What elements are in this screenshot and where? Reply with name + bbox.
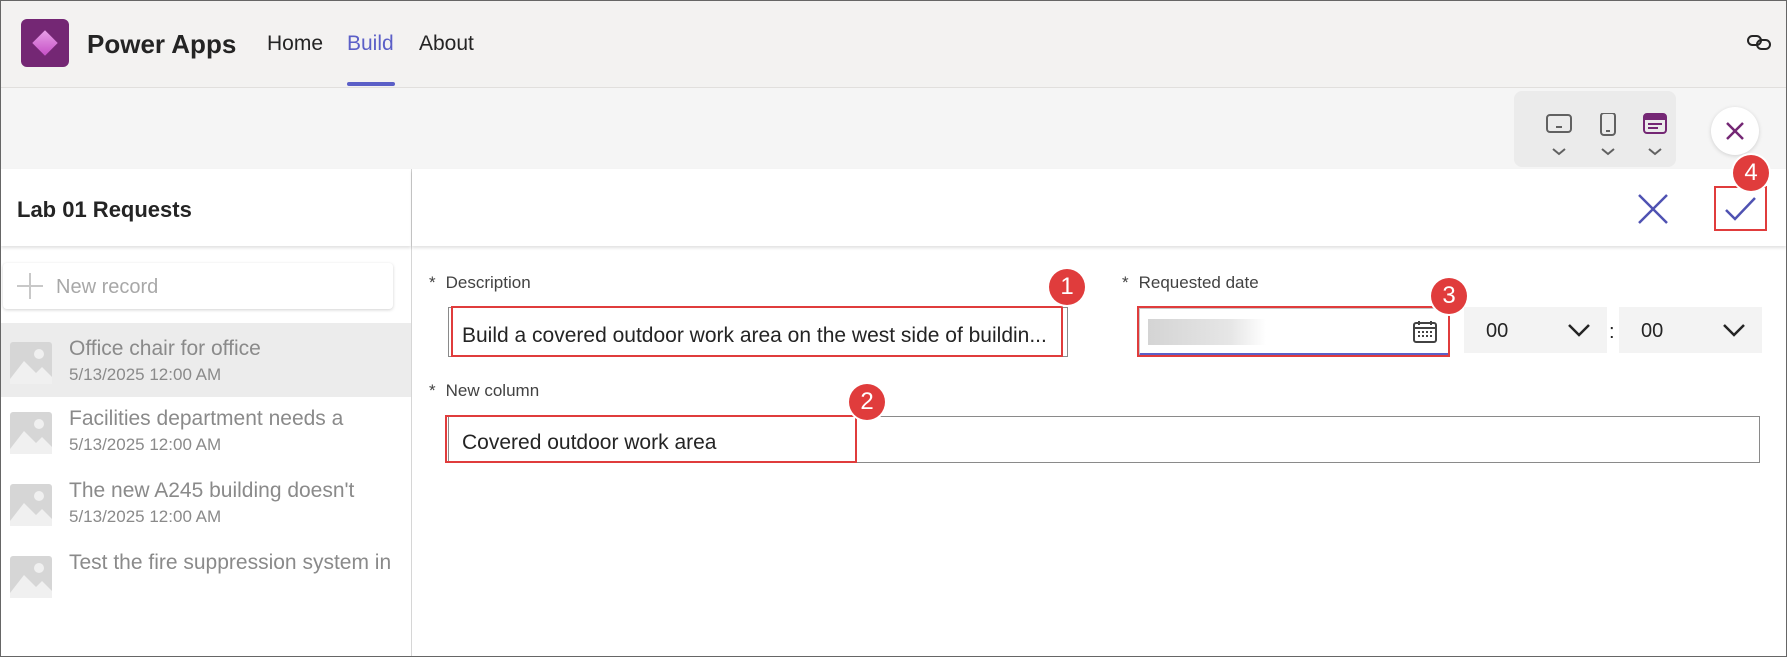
list-item[interactable]: Office chair for office 5/13/2025 12:00 …	[1, 327, 411, 397]
chevron-down-icon	[1723, 324, 1745, 337]
image-placeholder-icon	[10, 342, 52, 384]
app-window: Power Apps Home Build About Lab 01 Reque…	[0, 0, 1787, 657]
new-column-value: Covered outdoor work area	[462, 431, 717, 454]
close-icon	[1726, 122, 1744, 140]
chevron-down-icon	[1568, 324, 1590, 337]
new-record-button[interactable]: New record	[3, 263, 393, 309]
records-title: Lab 01 Requests	[17, 197, 192, 222]
tab-build[interactable]: Build	[347, 32, 394, 56]
phone-device-icon[interactable]	[1593, 113, 1623, 163]
requested-date-label: * Requested date	[1122, 273, 1259, 292]
record-title: The new A245 building doesn't	[69, 479, 355, 502]
tab-home[interactable]: Home	[267, 32, 323, 56]
image-placeholder-icon	[10, 556, 52, 598]
new-column-field[interactable]: Covered outdoor work area	[448, 416, 1760, 463]
checkmark-icon	[1725, 197, 1756, 221]
top-bar: Power Apps Home Build About	[1, 1, 1786, 88]
cancel-icon[interactable]	[1635, 191, 1671, 227]
power-apps-logo-icon	[21, 19, 69, 67]
calendar-icon[interactable]	[1412, 320, 1438, 344]
plus-icon	[17, 273, 43, 299]
record-title: Office chair for office	[69, 337, 261, 360]
annotation-badge-2: 2	[849, 384, 885, 420]
record-date: 5/13/2025 12:00 AM	[69, 435, 222, 454]
annotation-badge-4: 4	[1733, 155, 1769, 191]
device-selector	[1514, 91, 1676, 167]
link-icon[interactable]	[1746, 31, 1772, 53]
record-title: Test the fire suppression system in	[69, 551, 392, 574]
record-date: 5/13/2025 12:00 AM	[69, 365, 222, 384]
new-column-label: * New column	[429, 381, 540, 400]
description-value: Build a covered outdoor work area on the…	[462, 324, 1047, 347]
close-preview-button[interactable]	[1711, 107, 1759, 155]
hour-value: 00	[1486, 320, 1509, 342]
list-item[interactable]: The new A245 building doesn't 5/13/2025 …	[1, 469, 411, 539]
hour-dropdown[interactable]: 00	[1464, 307, 1607, 353]
records-header: Lab 01 Requests	[1, 169, 411, 246]
annotation-badge-1: 1	[1049, 269, 1085, 305]
records-panel: Lab 01 Requests New record Office chair …	[1, 169, 412, 656]
time-separator: :	[1609, 321, 1615, 343]
new-record-label: New record	[56, 276, 159, 298]
description-label: * Description	[429, 273, 531, 292]
web-device-icon[interactable]	[1640, 113, 1670, 163]
record-date: 5/13/2025 12:00 AM	[69, 507, 222, 526]
tablet-device-icon[interactable]	[1544, 113, 1574, 163]
minute-value: 00	[1641, 320, 1664, 342]
requested-date-field[interactable]	[1139, 308, 1449, 356]
form-header	[412, 169, 1786, 246]
active-tab-indicator	[347, 82, 395, 86]
annotation-badge-3: 3	[1431, 278, 1467, 314]
date-value-blurred	[1148, 319, 1266, 345]
description-field[interactable]: Build a covered outdoor work area on the…	[448, 307, 1068, 357]
record-title: Facilities department needs a	[69, 407, 344, 430]
image-placeholder-icon	[10, 412, 52, 454]
list-item[interactable]: Test the fire suppression system in	[1, 541, 411, 611]
image-placeholder-icon	[10, 484, 52, 526]
minute-dropdown[interactable]: 00	[1619, 307, 1762, 353]
tab-about[interactable]: About	[419, 32, 474, 56]
list-item[interactable]: Facilities department needs a 5/13/2025 …	[1, 397, 411, 467]
submit-button[interactable]	[1714, 186, 1767, 231]
app-title: Power Apps	[87, 29, 237, 59]
